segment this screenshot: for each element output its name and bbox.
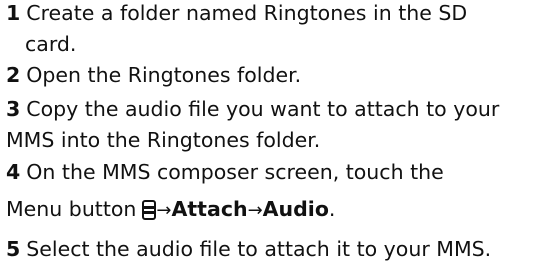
step-text: Create a folder named Ringtones in the S… (26, 1, 468, 25)
step-number: 1 (6, 1, 21, 25)
attach-label: Attach (171, 197, 248, 221)
menu-icon (142, 200, 157, 220)
step-text: Open the Ringtones folder. (26, 63, 302, 87)
arrow-icon: → (156, 200, 172, 221)
audio-label: Audio (262, 197, 329, 221)
step-text-continued: card. (25, 32, 77, 56)
step-5: 5 Select the audio file to attach it to y… (6, 234, 491, 265)
step-text: Select the audio file to attach it to yo… (26, 237, 492, 261)
step-text-continued: Menu button →Attach→Audio. (6, 194, 444, 226)
step-4: 4 On the MMS composer screen, touch the M… (6, 157, 444, 226)
step-number: 2 (6, 63, 21, 87)
instruction-steps: 1 Create a folder named Ringtones in the … (0, 0, 534, 270)
period: . (328, 197, 336, 221)
step-2: 2 Open the Ringtones folder. (6, 60, 301, 91)
step-number: 5 (6, 237, 21, 261)
menu-button-label: Menu button (6, 197, 137, 221)
step-text: Copy the audio file you want to attach t… (26, 97, 500, 121)
step-3: 3 Copy the audio file you want to attach … (6, 94, 499, 156)
step-number: 3 (6, 97, 21, 121)
step-text: On the MMS composer screen, touch the (26, 160, 444, 184)
arrow-icon: → (247, 200, 263, 221)
step-1: 1 Create a folder named Ringtones in the … (6, 0, 467, 60)
step-text-continued: MMS into the Ringtones folder. (6, 128, 321, 152)
step-number: 4 (6, 160, 21, 184)
